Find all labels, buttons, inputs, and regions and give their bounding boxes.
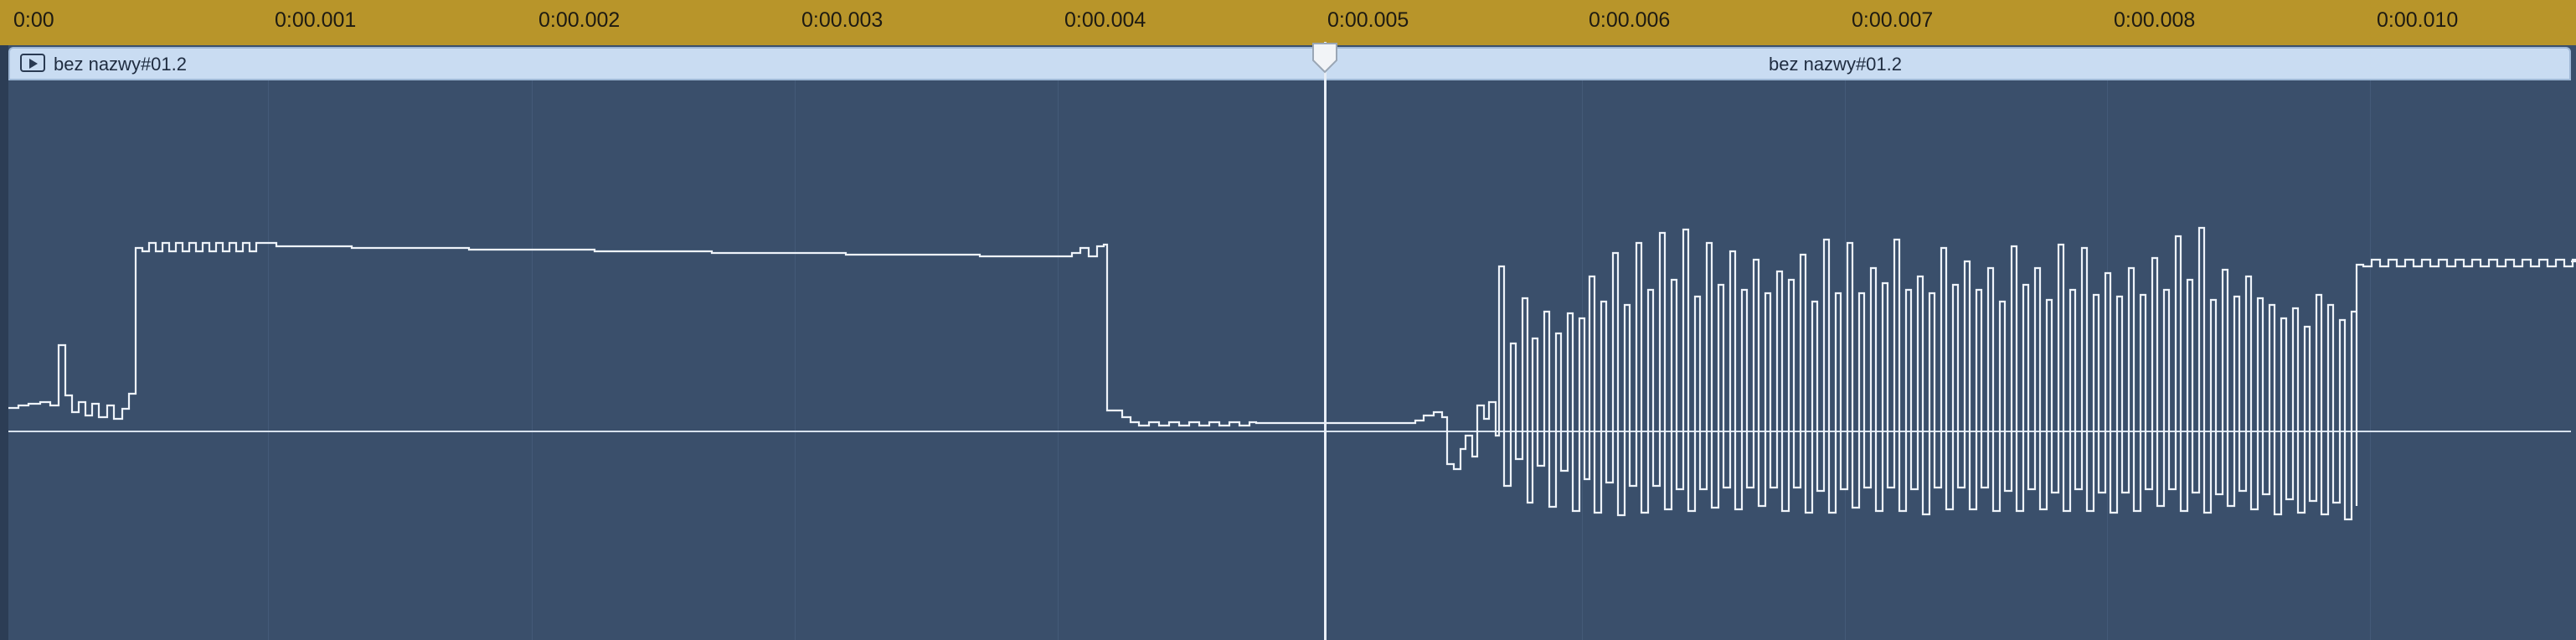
waveform-path	[8, 226, 2576, 521]
playhead-line[interactable]	[1324, 42, 1327, 640]
playhead-handle[interactable]	[1310, 42, 1340, 74]
audio-waveform[interactable]	[0, 0, 2576, 640]
audio-editor-timeline: 0:00 0:00.001 0:00.002 0:00.003 0:00.004…	[0, 0, 2576, 640]
